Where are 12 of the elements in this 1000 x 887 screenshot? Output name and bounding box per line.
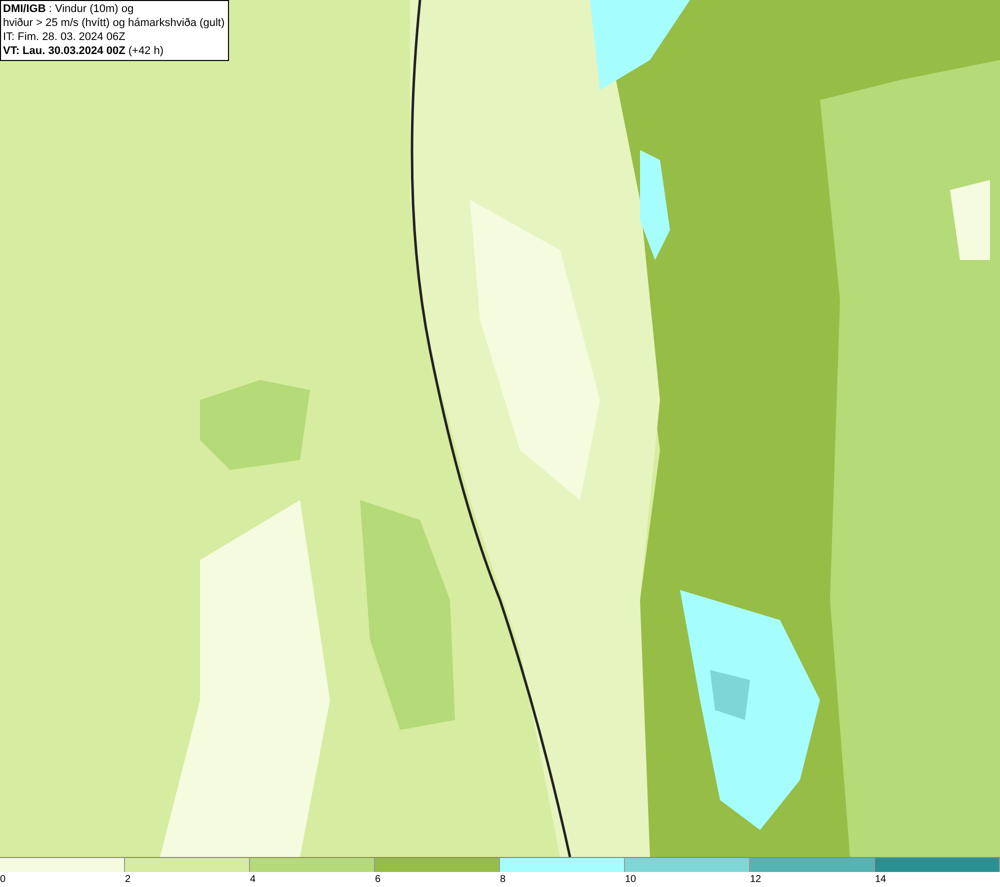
title-line: VT: Lau. 30.03.2024 00Z (+42 h) [3, 44, 165, 58]
legend-tick: 12 [750, 874, 762, 885]
title-line: IT: Fim. 28. 03. 2024 06Z [3, 30, 126, 44]
legend-tick: 10 [625, 874, 636, 885]
legend-tick: 6 [375, 874, 381, 885]
legend-tick: 14 [875, 874, 886, 885]
legend-tick: 8 [500, 874, 506, 885]
legend-tick: 0 [0, 874, 6, 885]
legend-tick: 2 [125, 874, 131, 885]
legend-tick: 4 [250, 874, 256, 885]
title-line: DMI/IGB : Vindur (10m) og [3, 2, 135, 16]
title-line: hviður > 25 m/s (hvítt) og hámarkshviða (gult) [3, 16, 225, 30]
